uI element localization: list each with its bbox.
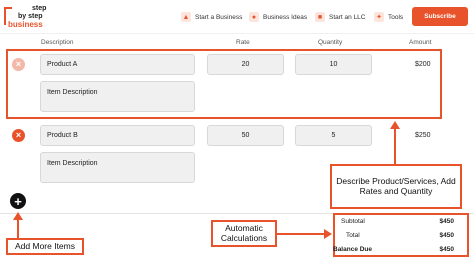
close-icon: × <box>15 130 22 140</box>
balance-due-label: Balance Due <box>333 246 373 253</box>
rocket-icon: ▲ <box>181 12 191 22</box>
nav-link-start-a-business[interactable]: ▲ Start a Business <box>181 10 242 24</box>
column-header-rate: Rate <box>236 39 250 46</box>
top-navigation: step by step business ▲ Start a Business… <box>0 0 474 34</box>
nav-link-label: Tools <box>388 13 404 21</box>
nav-link-label: Start a Business <box>195 13 243 21</box>
nav-link-tools[interactable]: ✦ Tools <box>374 10 403 24</box>
quantity-input[interactable]: 5 <box>295 125 372 146</box>
nav-link-start-an-llc[interactable]: ■ Start an LLC <box>315 10 366 24</box>
product-name-input[interactable]: Product A <box>40 54 195 75</box>
callout-add-more-items: Add More Items <box>6 238 84 255</box>
rate-input[interactable]: 50 <box>207 125 284 146</box>
subtotal-label: Subtotal <box>341 218 365 225</box>
remove-item-button[interactable]: × <box>12 129 25 142</box>
total-label: Total <box>346 232 360 239</box>
logo-text-step: step <box>32 5 47 12</box>
subscribe-button[interactable]: Subscribe <box>412 7 468 26</box>
tools-icon: ✦ <box>374 12 384 22</box>
column-header-quantity: Quantity <box>318 39 343 46</box>
quantity-input[interactable]: 10 <box>295 54 372 75</box>
nav-link-label: Start an LLC <box>329 13 366 21</box>
callout-automatic-calculations: Automatic Calculations <box>211 220 277 247</box>
nav-link-business-ideas[interactable]: ● Business Ideas <box>249 10 307 24</box>
line-amount: $200 <box>415 61 431 68</box>
plus-icon: + <box>14 193 22 209</box>
lightbulb-icon: ● <box>249 12 259 22</box>
close-icon: × <box>15 59 22 69</box>
logo-text-by-step: by step <box>18 13 43 20</box>
line-amount: $250 <box>415 132 431 139</box>
item-description-input[interactable]: Item Description <box>40 81 195 112</box>
column-header-description: Description <box>41 39 74 46</box>
callout-describe-products: Describe Product/Services, Add Rates and… <box>330 164 462 209</box>
balance-due-value: $450 <box>439 246 454 253</box>
nav-link-label: Business Ideas <box>263 13 308 21</box>
product-name-input[interactable]: Product B <box>40 125 195 146</box>
callout-arrow-head <box>390 121 400 129</box>
item-description-input[interactable]: Item Description <box>40 152 195 183</box>
column-header-amount: Amount <box>409 39 432 46</box>
logo-text-business: business <box>8 20 43 29</box>
callout-arrow-line <box>277 233 325 235</box>
total-value: $450 <box>439 232 454 239</box>
add-item-button[interactable]: + <box>10 193 26 209</box>
building-icon: ■ <box>315 12 325 22</box>
step-by-step-business-logo[interactable]: step by step business <box>4 3 56 31</box>
remove-item-button[interactable]: × <box>12 58 25 71</box>
rate-input[interactable]: 20 <box>207 54 284 75</box>
subtotal-value: $450 <box>439 218 454 225</box>
callout-arrow-line <box>394 128 396 164</box>
callout-arrow-line <box>17 219 19 238</box>
callout-arrow-head <box>324 229 332 239</box>
